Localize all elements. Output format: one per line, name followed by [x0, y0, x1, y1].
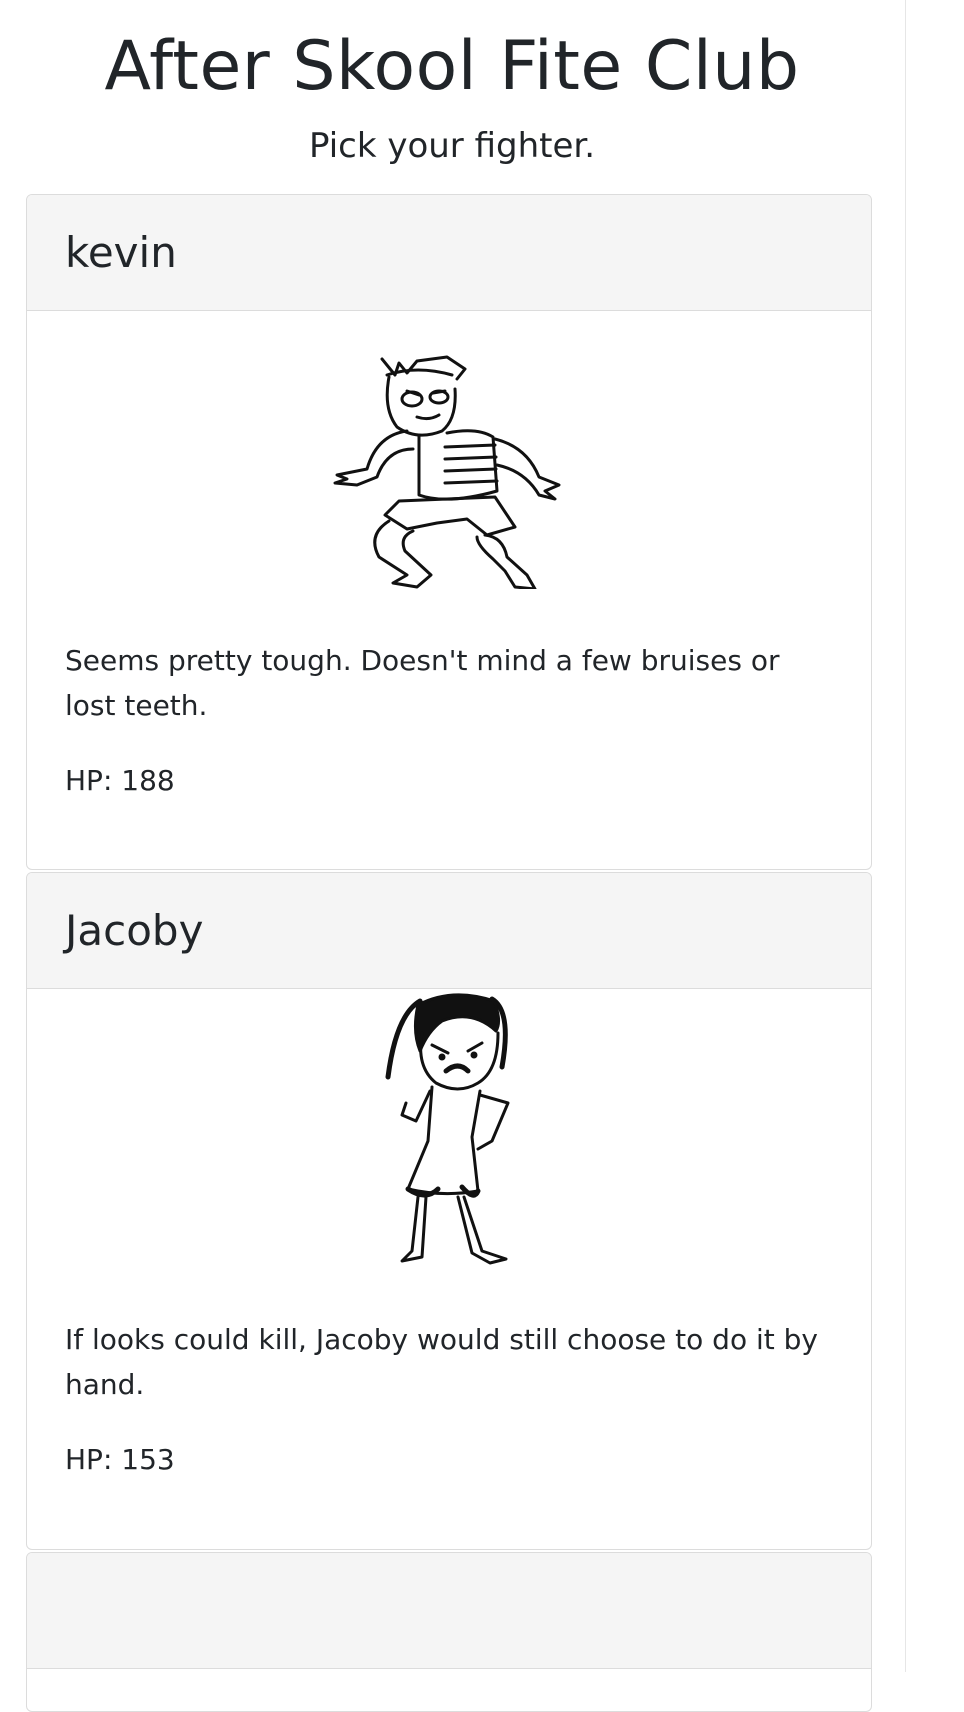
kevin-drawing-icon	[333, 355, 561, 589]
fighter-card-header: Jacoby	[27, 873, 871, 989]
fighter-hp: HP: 188	[65, 764, 175, 797]
fighter-hp: HP: 153	[65, 1443, 175, 1476]
fighter-card-jacoby[interactable]: Jacoby If looks could kill, Jacoby would…	[26, 872, 872, 1550]
fighter-card-header: kevin	[27, 195, 871, 311]
page-subtitle: Pick your fighter.	[308, 126, 596, 166]
fighter-card-header	[27, 1553, 871, 1669]
fighter-name: Jacoby	[65, 906, 204, 955]
jacoby-drawing-icon	[385, 993, 510, 1265]
fighter-description: Seems pretty tough. Doesn't mind a few b…	[65, 644, 780, 722]
fighter-name: kevin	[65, 228, 177, 277]
scrollbar[interactable]	[905, 0, 964, 1672]
page-title: After Skool Fite Club	[104, 27, 800, 106]
fighter-card-next[interactable]	[26, 1552, 872, 1712]
fighter-description: If looks could kill, Jacoby would still …	[65, 1323, 818, 1401]
fighter-card-kevin[interactable]: kevin Seems pretty tough. Doesn't mind a…	[26, 194, 872, 870]
